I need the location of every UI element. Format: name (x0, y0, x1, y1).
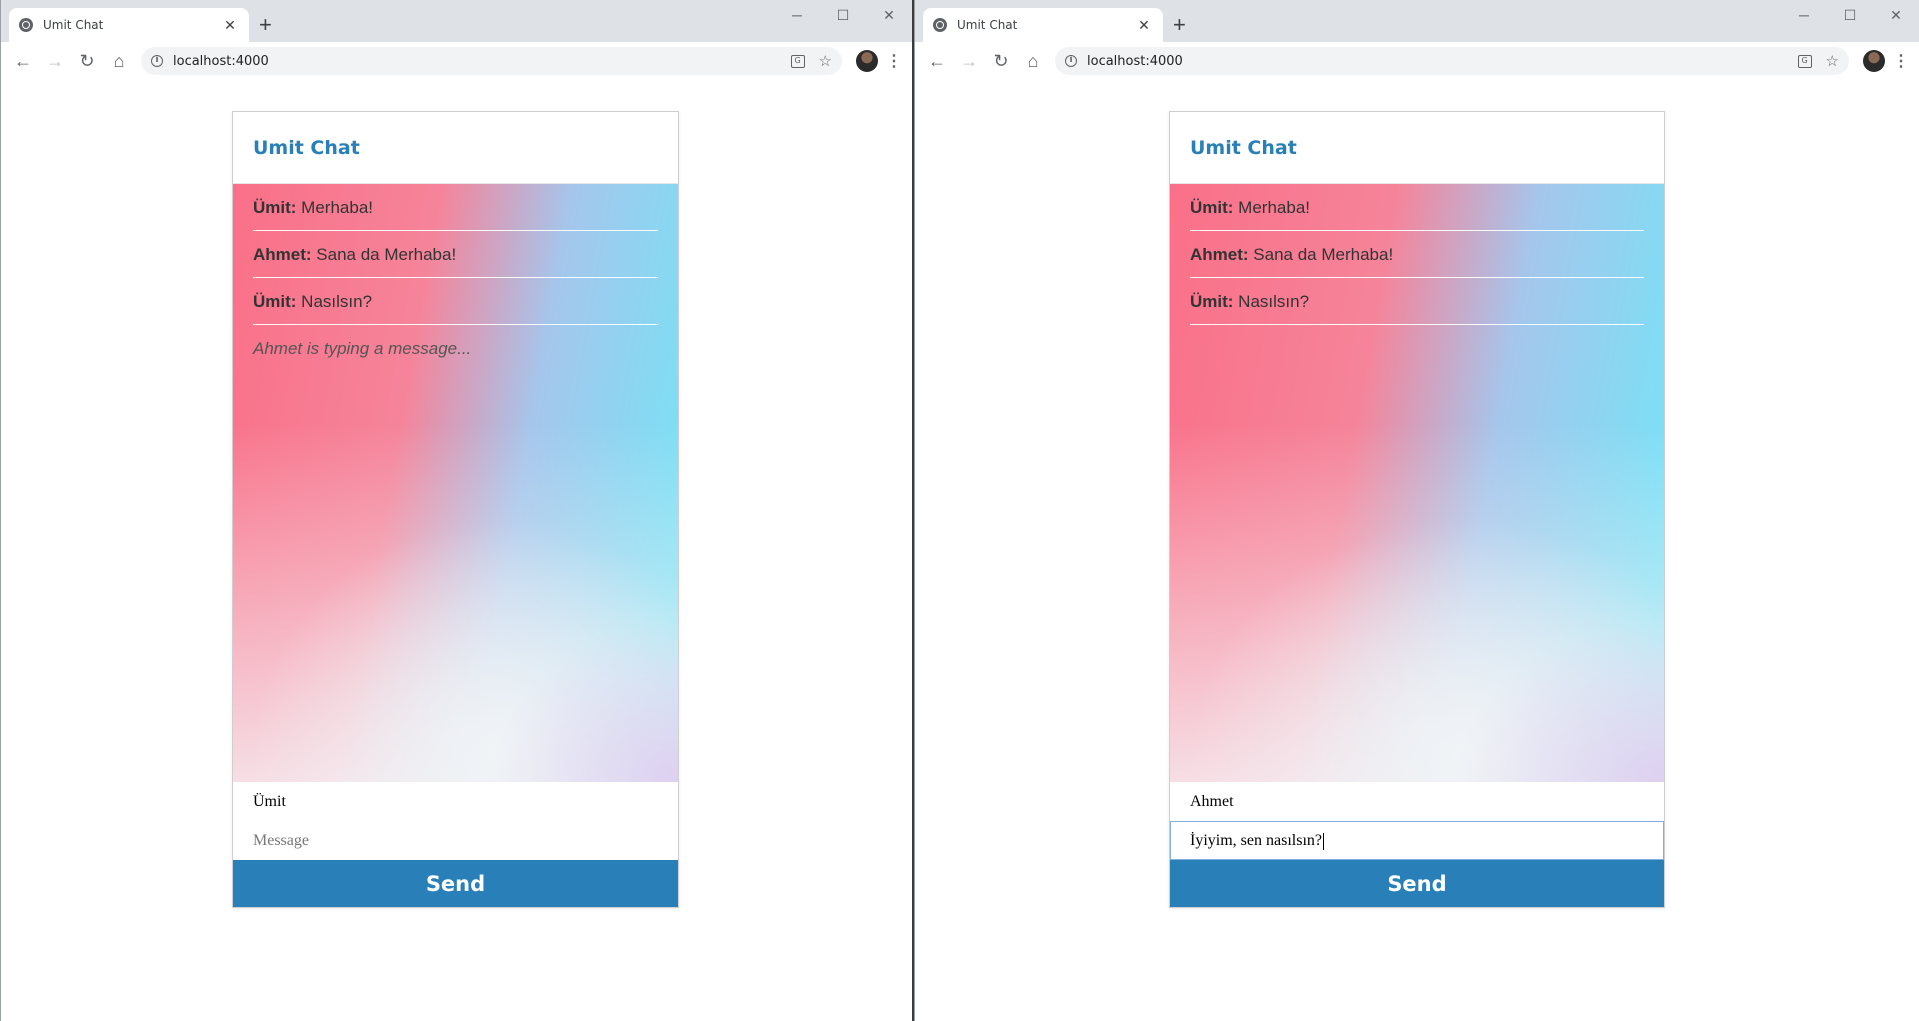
new-tab-icon[interactable]: + (259, 12, 272, 38)
browser-window-right: Umit Chat ✕ + ─ ☐ ✕ ← → ↻ ⌂ i localhost:… (914, 0, 1919, 1021)
tab-title: Umit Chat (43, 18, 104, 32)
handle-input[interactable] (233, 782, 678, 821)
chat-header: Umit Chat (1170, 112, 1664, 184)
send-button[interactable]: Send (233, 860, 678, 907)
message-text: Sana da Merhaba! (311, 245, 457, 264)
tab-strip: Umit Chat ✕ + ─ ☐ ✕ (915, 0, 1919, 42)
home-icon[interactable]: ⌂ (1017, 45, 1049, 77)
typing-feedback: Ahmet is typing a message... (253, 339, 472, 358)
send-button[interactable]: Send (1170, 860, 1664, 907)
star-icon[interactable]: ☆ (819, 52, 832, 70)
reload-icon[interactable]: ↻ (71, 45, 103, 77)
browser-toolbar: ← → ↻ ⌂ i localhost:4000 G ☆ ⋮ (1, 42, 912, 81)
star-icon[interactable]: ☆ (1826, 52, 1839, 70)
browser-toolbar: ← → ↻ ⌂ i localhost:4000 G ☆ ⋮ (915, 42, 1919, 81)
message-sender: Ümit: (1190, 292, 1234, 311)
close-icon[interactable]: ✕ (1135, 17, 1153, 34)
minimize-icon[interactable]: ─ (774, 0, 820, 30)
close-icon[interactable]: ✕ (221, 17, 239, 34)
minimize-icon[interactable]: ─ (1781, 0, 1827, 30)
message-text: Merhaba! (296, 198, 373, 217)
translate-icon[interactable]: G (1797, 54, 1812, 68)
message-text: Nasılsın? (296, 292, 373, 311)
message-item: Ümit: Nasılsın? (253, 278, 658, 325)
globe-icon (933, 18, 947, 32)
tab-title: Umit Chat (957, 18, 1018, 32)
home-icon[interactable]: ⌂ (103, 45, 135, 77)
url-text: localhost:4000 (173, 53, 269, 69)
message-item: Ahmet: Sana da Merhaba! (1190, 231, 1644, 278)
window-controls: ─ ☐ ✕ (774, 0, 912, 30)
browser-window-left: Umit Chat ✕ + ─ ☐ ✕ ← → ↻ ⌂ i localhost:… (0, 0, 912, 1021)
info-icon[interactable]: i (151, 55, 163, 67)
translate-icon[interactable]: G (790, 54, 805, 68)
window-controls: ─ ☐ ✕ (1781, 0, 1919, 30)
info-icon[interactable]: i (1065, 55, 1077, 67)
close-window-icon[interactable]: ✕ (1873, 0, 1919, 30)
message-item: Ümit: Merhaba! (1190, 184, 1644, 231)
arrow-right-icon[interactable]: → (953, 45, 985, 77)
kebab-menu-icon[interactable]: ⋮ (884, 51, 904, 71)
handle-input[interactable] (1170, 782, 1664, 821)
page-content: Umit Chat Ümit: Merhaba! Ahmet: Sana da … (915, 80, 1919, 1021)
arrow-left-icon[interactable]: ← (7, 45, 39, 77)
message-input[interactable] (233, 821, 678, 860)
message-item: Ahmet: Sana da Merhaba! (253, 231, 658, 278)
page-content: Umit Chat Ümit: Merhaba! Ahmet: Sana da … (1, 80, 912, 1021)
message-text: Sana da Merhaba! (1248, 245, 1394, 264)
message-input-wrapper: İyiyim, sen nasılsın? (1170, 821, 1664, 860)
arrow-left-icon[interactable]: ← (921, 45, 953, 77)
chat-container: Umit Chat Ümit: Merhaba! Ahmet: Sana da … (1169, 111, 1665, 908)
maximize-icon[interactable]: ☐ (1827, 0, 1873, 30)
new-tab-icon[interactable]: + (1173, 12, 1186, 38)
address-bar[interactable]: i localhost:4000 G ☆ (141, 47, 842, 75)
message-sender: Ahmet: (1190, 245, 1249, 264)
message-sender: Ahmet: (253, 245, 312, 264)
message-item: Ümit: Merhaba! (253, 184, 658, 231)
globe-icon (19, 18, 33, 32)
message-item: Ümit: Nasılsın? (1190, 278, 1644, 325)
kebab-menu-icon[interactable]: ⋮ (1891, 51, 1911, 71)
avatar[interactable] (856, 50, 878, 72)
message-text: Nasılsın? (1233, 292, 1310, 311)
tab-strip: Umit Chat ✕ + ─ ☐ ✕ (1, 0, 912, 42)
message-sender: Ümit: (253, 292, 297, 311)
chat-window: Ümit: Merhaba! Ahmet: Sana da Merhaba! Ü… (1170, 184, 1664, 782)
message-input[interactable] (1170, 821, 1664, 860)
browser-tab[interactable]: Umit Chat ✕ (9, 8, 249, 42)
message-text: Merhaba! (1233, 198, 1310, 217)
chat-title: Umit Chat (253, 136, 360, 159)
reload-icon[interactable]: ↻ (985, 45, 1017, 77)
message-sender: Ümit: (1190, 198, 1234, 217)
chat-title: Umit Chat (1190, 136, 1297, 159)
chat-container: Umit Chat Ümit: Merhaba! Ahmet: Sana da … (232, 111, 679, 908)
avatar[interactable] (1863, 50, 1885, 72)
address-bar[interactable]: i localhost:4000 G ☆ (1055, 47, 1849, 75)
chat-window: Ümit: Merhaba! Ahmet: Sana da Merhaba! Ü… (233, 184, 678, 782)
message-sender: Ümit: (253, 198, 297, 217)
maximize-icon[interactable]: ☐ (820, 0, 866, 30)
chat-header: Umit Chat (233, 112, 678, 184)
url-text: localhost:4000 (1087, 53, 1183, 69)
browser-tab[interactable]: Umit Chat ✕ (923, 8, 1163, 42)
arrow-right-icon[interactable]: → (39, 45, 71, 77)
close-window-icon[interactable]: ✕ (866, 0, 912, 30)
